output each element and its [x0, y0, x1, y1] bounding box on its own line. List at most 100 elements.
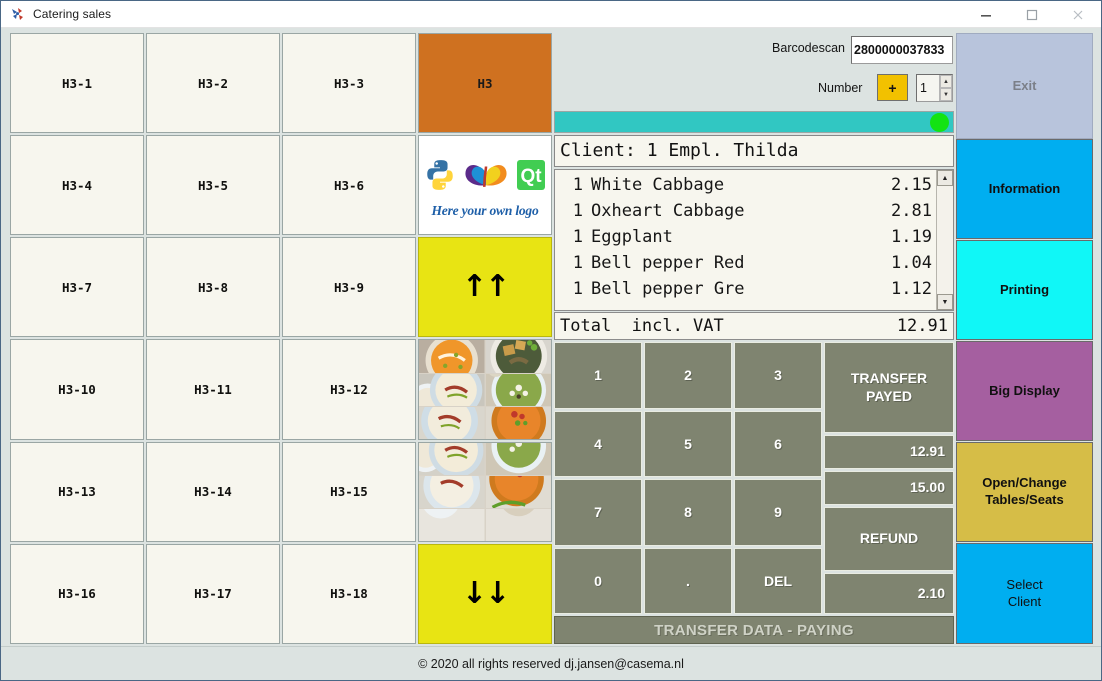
scroll-down-icon[interactable]: ▼	[937, 294, 953, 310]
product-button-h3-14[interactable]: H3-14	[146, 441, 280, 542]
receipt-row[interactable]: 1 Bell pepper Red 1.04	[559, 250, 932, 276]
receipt-row[interactable]: 1 Eggplant 1.19	[559, 224, 932, 250]
group-header-h3[interactable]: H3	[418, 33, 552, 134]
product-label: H3-15	[330, 484, 368, 500]
copyright-text: © 2020 all rights reserved dj.jansen@cas…	[418, 656, 684, 671]
stepper-down-icon[interactable]: ▼	[940, 88, 952, 101]
tables-button-label: Open/Change Tables/Seats	[982, 475, 1067, 509]
barcode-label: Barcodescan	[772, 41, 845, 55]
product-button-h3-3[interactable]: H3-3	[282, 33, 416, 134]
product-label: H3-18	[330, 586, 368, 602]
stepper-up-icon[interactable]: ▲	[940, 75, 952, 88]
receipt-qty: 1	[572, 279, 583, 299]
quantity-value[interactable]: 1	[917, 75, 939, 101]
product-button-h3-11[interactable]: H3-11	[146, 339, 280, 440]
product-button-h3-15[interactable]: H3-15	[282, 441, 416, 542]
maximize-icon[interactable]	[1009, 1, 1055, 28]
receipt-lines: 1 White Cabbage 2.15 1 Oxheart Cabbage 2…	[555, 170, 936, 310]
key-3[interactable]: 3	[734, 342, 822, 409]
refund-button[interactable]: REFUND	[824, 507, 954, 571]
information-button[interactable]: Information	[956, 139, 1093, 239]
footer-bar: © 2020 all rights reserved dj.jansen@cas…	[1, 646, 1101, 680]
key-6[interactable]: 6	[734, 410, 822, 477]
product-label: H3-5	[197, 177, 229, 193]
product-button-h3-1[interactable]: H3-1	[10, 33, 144, 134]
transfer-payed-button[interactable]: TRANSFER PAYED	[824, 342, 954, 433]
product-button-h3-10[interactable]: H3-10	[10, 339, 144, 440]
product-button-h3-13[interactable]: H3-13	[10, 441, 144, 542]
transfer-status-button[interactable]: TRANSFER DATA - PAYING	[554, 616, 954, 644]
product-button-h3-12[interactable]: H3-12	[282, 339, 416, 440]
logo-panel: Qt Here your own logo	[418, 135, 552, 236]
barcode-input[interactable]: 2800000037833	[851, 36, 953, 64]
receipt-row[interactable]: 1 Oxheart Cabbage 2.81	[559, 198, 932, 224]
select-client-button[interactable]: Select Client	[956, 543, 1093, 644]
receipt-amount: 1.12	[891, 279, 932, 299]
amount-due-display: 12.91	[824, 435, 954, 469]
key-delete[interactable]: DEL	[734, 547, 822, 614]
soup-photo-cream2-icon	[419, 406, 485, 439]
product-button-h3-5[interactable]: H3-5	[146, 135, 280, 236]
key-4[interactable]: 4	[554, 410, 642, 477]
amount-given-display[interactable]: 15.00	[824, 471, 954, 505]
scroll-up-icon[interactable]: ▲	[937, 170, 953, 186]
receipt-row[interactable]: 1 White Cabbage 2.15	[559, 172, 932, 198]
window-title: Catering sales	[33, 7, 112, 21]
numeric-keypad: 1 2 3 4 5 6 7 8 9 0 . DEL	[554, 342, 822, 614]
product-label: H3-7	[61, 279, 93, 295]
receipt-qty: 1	[572, 227, 583, 247]
minimize-icon[interactable]	[963, 1, 1009, 28]
receipt-scrollbar[interactable]: ▲ ▼	[936, 170, 953, 310]
scrollbar-track[interactable]	[937, 186, 953, 294]
product-button-h3-16[interactable]: H3-16	[10, 543, 144, 644]
key-9[interactable]: 9	[734, 479, 822, 546]
product-button-h3-4[interactable]: H3-4	[10, 135, 144, 236]
key-decimal[interactable]: .	[644, 547, 732, 614]
receipt-list[interactable]: 1 White Cabbage 2.15 1 Oxheart Cabbage 2…	[554, 169, 954, 311]
scroll-up-button[interactable]: ↑↑	[418, 237, 552, 338]
scroll-down-button[interactable]: ↓↓	[418, 543, 552, 644]
receipt-qty: 1	[572, 175, 583, 195]
product-button-h3-8[interactable]: H3-8	[146, 237, 280, 338]
close-icon[interactable]	[1055, 1, 1101, 28]
receipt-desc: Oxheart Cabbage	[591, 201, 745, 221]
product-button-h3-17[interactable]: H3-17	[146, 543, 280, 644]
product-button-h3-7[interactable]: H3-7	[10, 237, 144, 338]
product-label: H3-11	[194, 382, 232, 398]
soup-photo-tomato-lower-icon	[485, 475, 551, 508]
product-button-h3-9[interactable]: H3-9	[282, 237, 416, 338]
key-5[interactable]: 5	[644, 410, 732, 477]
product-button-h3-2[interactable]: H3-2	[146, 33, 280, 134]
soup-photo-filler-left-icon	[419, 508, 485, 541]
total-bar: Total incl. VAT 12.91	[554, 312, 954, 340]
printing-button[interactable]: Printing	[956, 240, 1093, 340]
key-8[interactable]: 8	[644, 479, 732, 546]
product-grid: H3-1 H3-2 H3-3 H3 H3-4 H3-5 H3-6 Qt Here…	[10, 33, 552, 644]
stepper-buttons: ▲ ▼	[939, 75, 952, 101]
qt-logo-icon: Qt	[515, 158, 547, 195]
key-1[interactable]: 1	[554, 342, 642, 409]
exit-button[interactable]: Exit	[956, 33, 1093, 139]
total-label: Total incl. VAT	[560, 316, 724, 336]
quantity-stepper[interactable]: 1 ▲ ▼	[916, 74, 953, 102]
group-header-label: H3	[477, 75, 493, 91]
soup-photo-green-icon	[485, 373, 551, 406]
add-quantity-button[interactable]: +	[877, 74, 908, 101]
tables-line-2: Tables/Seats	[985, 492, 1064, 507]
key-2[interactable]: 2	[644, 342, 732, 409]
status-bar	[554, 111, 954, 133]
soup-photo-pumpkin-icon	[419, 340, 485, 373]
big-display-button[interactable]: Big Display	[956, 341, 1093, 441]
product-label: H3-10	[58, 382, 96, 398]
soup-photo-cream-lower-icon	[419, 442, 485, 475]
open-change-tables-seats-button[interactable]: Open/Change Tables/Seats	[956, 442, 1093, 542]
key-0[interactable]: 0	[554, 547, 642, 614]
input-toolbar: Barcodescan 2800000037833 Number + 1 ▲ ▼	[554, 33, 954, 111]
photo-collage-continued	[419, 442, 551, 541]
transfer-payed-line1: TRANSFER	[850, 370, 928, 386]
key-7[interactable]: 7	[554, 479, 642, 546]
receipt-row[interactable]: 1 Bell pepper Gre 1.12	[559, 276, 932, 302]
double-down-arrow-icon: ↓↓	[461, 575, 510, 611]
product-button-h3-18[interactable]: H3-18	[282, 543, 416, 644]
product-button-h3-6[interactable]: H3-6	[282, 135, 416, 236]
